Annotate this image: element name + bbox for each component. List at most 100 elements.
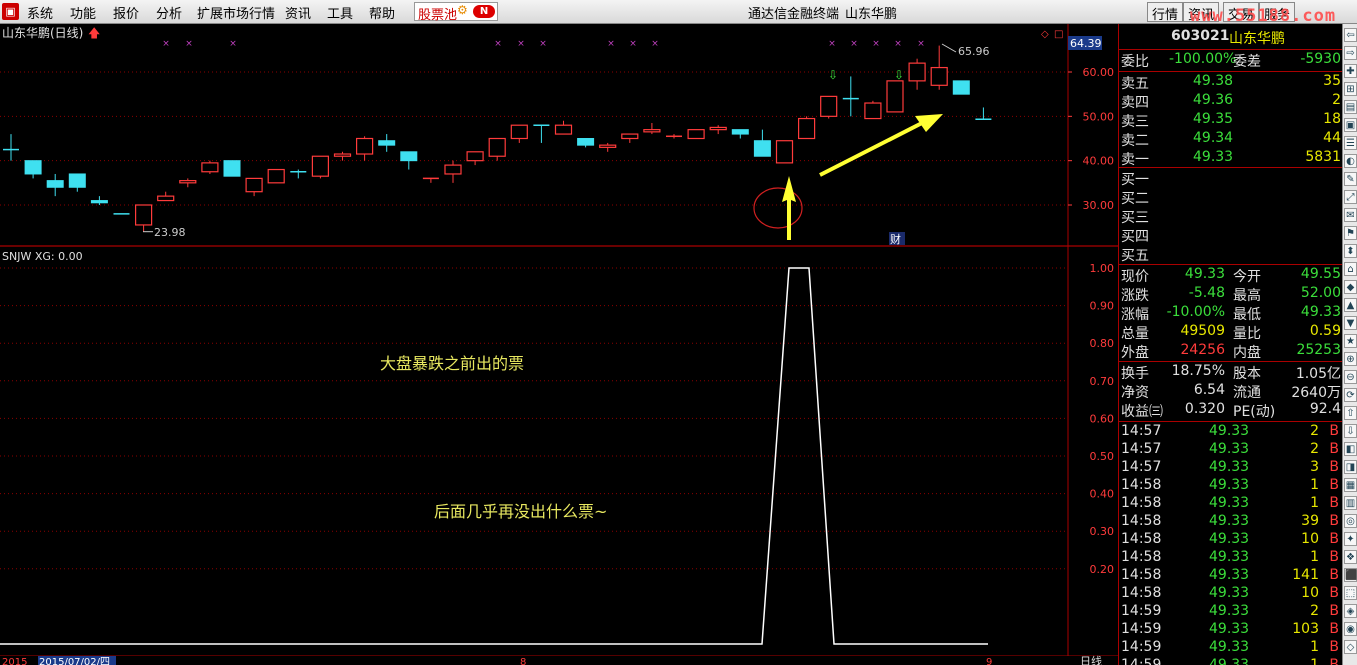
candle[interactable]: [201, 160, 219, 174]
tick-side: B: [1329, 477, 1339, 493]
stat-label: 今开: [1233, 269, 1261, 285]
toolbar-tool-icon[interactable]: ▼: [1344, 316, 1357, 330]
candle[interactable]: [311, 155, 329, 179]
toolbar-tool-icon[interactable]: ⬚: [1344, 586, 1357, 600]
menu-item-0[interactable]: 系统: [27, 3, 53, 22]
toolbar-tool-icon[interactable]: ▣: [1344, 118, 1357, 132]
menu-item-2[interactable]: 报价: [113, 3, 139, 22]
menu-item-7[interactable]: 帮助: [369, 3, 395, 22]
ask-label: 卖一: [1121, 152, 1149, 168]
ask-volume: 18: [1323, 111, 1341, 127]
toolbar-tool-icon[interactable]: ⬛: [1344, 568, 1357, 582]
tab-market[interactable]: 行情: [1147, 2, 1184, 23]
finance-marker[interactable]: 财: [890, 232, 901, 246]
toolbar-tool-icon[interactable]: ⊕: [1344, 352, 1357, 366]
ask-volume: 44: [1323, 130, 1341, 146]
toolbar-tool-icon[interactable]: ⇧: [1344, 406, 1357, 420]
tick-time: 14:57: [1121, 423, 1162, 439]
tick-volume: 1: [1310, 495, 1319, 511]
kline-chart[interactable]: × × × × × × × × × × × × × × ⇩ ⇩ 山东华鹏(日线) 🡅 ◇ □ 64.39 65…: [0, 24, 1118, 665]
bid-row: 买三: [1119, 207, 1343, 226]
stat-label: 股本: [1233, 366, 1261, 382]
menu-item-5[interactable]: 资讯: [285, 3, 311, 22]
stat-label: 换手: [1121, 366, 1149, 382]
candle[interactable]: [687, 129, 705, 140]
toolbar-tool-icon[interactable]: ⤢: [1344, 190, 1357, 204]
menu-item-3[interactable]: 分析: [156, 3, 182, 22]
close-box-icon[interactable]: □: [1054, 29, 1063, 40]
menu-item-1[interactable]: 功能: [70, 3, 96, 22]
signal-x-marker: ×: [517, 39, 525, 49]
tick-volume: 1: [1310, 549, 1319, 565]
toolbar-tool-icon[interactable]: ⚑: [1344, 226, 1357, 240]
menu-item-4[interactable]: 扩展市场行情: [197, 3, 275, 22]
toolbar-tool-icon[interactable]: ▥: [1344, 496, 1357, 510]
candle[interactable]: [223, 160, 241, 177]
candle[interactable]: [886, 80, 904, 113]
ask-row: 卖三 49.35 18: [1119, 111, 1343, 130]
toolbar-tool-icon[interactable]: ◎: [1344, 514, 1357, 528]
tick-side: B: [1329, 657, 1339, 665]
axis-month-9: 9: [986, 657, 992, 665]
toolbar-tool-icon[interactable]: ◧: [1344, 442, 1357, 456]
toolbar-tool-icon[interactable]: ◨: [1344, 460, 1357, 474]
period-label[interactable]: 日线: [1080, 654, 1102, 665]
toolbar-tool-icon[interactable]: ⟳: [1344, 388, 1357, 402]
toolbar-tool-icon[interactable]: ★: [1344, 334, 1357, 348]
menu-item-6[interactable]: 工具: [327, 3, 353, 22]
toolbar-tool-icon[interactable]: ◆: [1344, 280, 1357, 294]
toolbar-tool-icon[interactable]: ◈: [1344, 604, 1357, 618]
candle[interactable]: [820, 95, 838, 119]
toolbar-tool-icon[interactable]: ⊞: [1344, 82, 1357, 96]
candle[interactable]: [864, 100, 882, 120]
ask-label: 卖四: [1121, 95, 1149, 111]
tick-row: 14:58 49.33 141 B: [1119, 567, 1343, 586]
toolbar-tool-icon[interactable]: ✚: [1344, 64, 1357, 78]
toolbar-tool-icon[interactable]: ⇩: [1344, 424, 1357, 438]
buy-arrow-icon: ⇩: [828, 68, 838, 82]
candle[interactable]: [797, 116, 816, 140]
toolbar-tool-icon[interactable]: ◉: [1344, 622, 1357, 636]
signal-x-marker: ×: [494, 39, 502, 49]
app-logo-icon[interactable]: ▣: [2, 3, 19, 20]
toolbar-tool-icon[interactable]: ⬍: [1344, 244, 1357, 258]
toolbar-tool-icon[interactable]: ▦: [1344, 478, 1357, 492]
toolbar-tool-icon[interactable]: ⌂: [1344, 262, 1357, 276]
stat-value: 0.59: [1309, 323, 1341, 339]
tick-side: B: [1329, 621, 1339, 637]
toolbar-tool-icon[interactable]: ✉: [1344, 208, 1357, 222]
toolbar-tool-icon[interactable]: ☰: [1344, 136, 1357, 150]
tick-side: B: [1329, 585, 1339, 601]
candle[interactable]: [775, 140, 794, 164]
stock-pool-button[interactable]: 股票池 ⚙ N: [414, 2, 498, 23]
stat-row: 总量 49509 量比 0.59: [1119, 323, 1343, 342]
toolbar-tool-icon[interactable]: ✎: [1344, 172, 1357, 186]
low-price-label: 23.98: [154, 226, 186, 239]
tick-volume: 1: [1310, 639, 1319, 655]
stat2-row: 净资 6.54 流通 2640万: [1119, 382, 1343, 401]
candle[interactable]: [952, 80, 970, 95]
toolbar-tool-icon[interactable]: ◐: [1344, 154, 1357, 168]
tick-row: 14:59 49.33 2 B: [1119, 603, 1343, 622]
indicator-tick-label: 0.50: [1090, 450, 1115, 463]
toolbar-tool-icon[interactable]: ◇: [1344, 640, 1357, 654]
tick-row: 14:57 49.33 2 B: [1119, 423, 1343, 442]
bid-label: 买五: [1121, 248, 1149, 264]
toolbar-tool-icon[interactable]: ⇦: [1344, 28, 1357, 42]
toolbar-tool-icon[interactable]: ⊖: [1344, 370, 1357, 384]
tick-side: B: [1329, 459, 1339, 475]
indicator-tick-label: 1.00: [1090, 262, 1115, 275]
diamond-icon[interactable]: ◇: [1041, 29, 1049, 40]
stat-value: 6.54: [1193, 382, 1225, 398]
toolbar-tool-icon[interactable]: ❖: [1344, 550, 1357, 564]
toolbar-tool-icon[interactable]: ⇨: [1344, 46, 1357, 60]
toolbar-tool-icon[interactable]: ✦: [1344, 532, 1357, 546]
tick-side: B: [1329, 441, 1339, 457]
toolbar-tool-icon[interactable]: ▤: [1344, 100, 1357, 114]
toolbar-tool-icon[interactable]: ▲: [1344, 298, 1357, 312]
stat-label: 涨幅: [1121, 307, 1149, 323]
watermark-text: www.55188.com: [1190, 6, 1337, 26]
candle[interactable]: [267, 168, 285, 184]
tick-volume: 39: [1301, 513, 1319, 529]
tick-time: 14:58: [1121, 549, 1162, 565]
